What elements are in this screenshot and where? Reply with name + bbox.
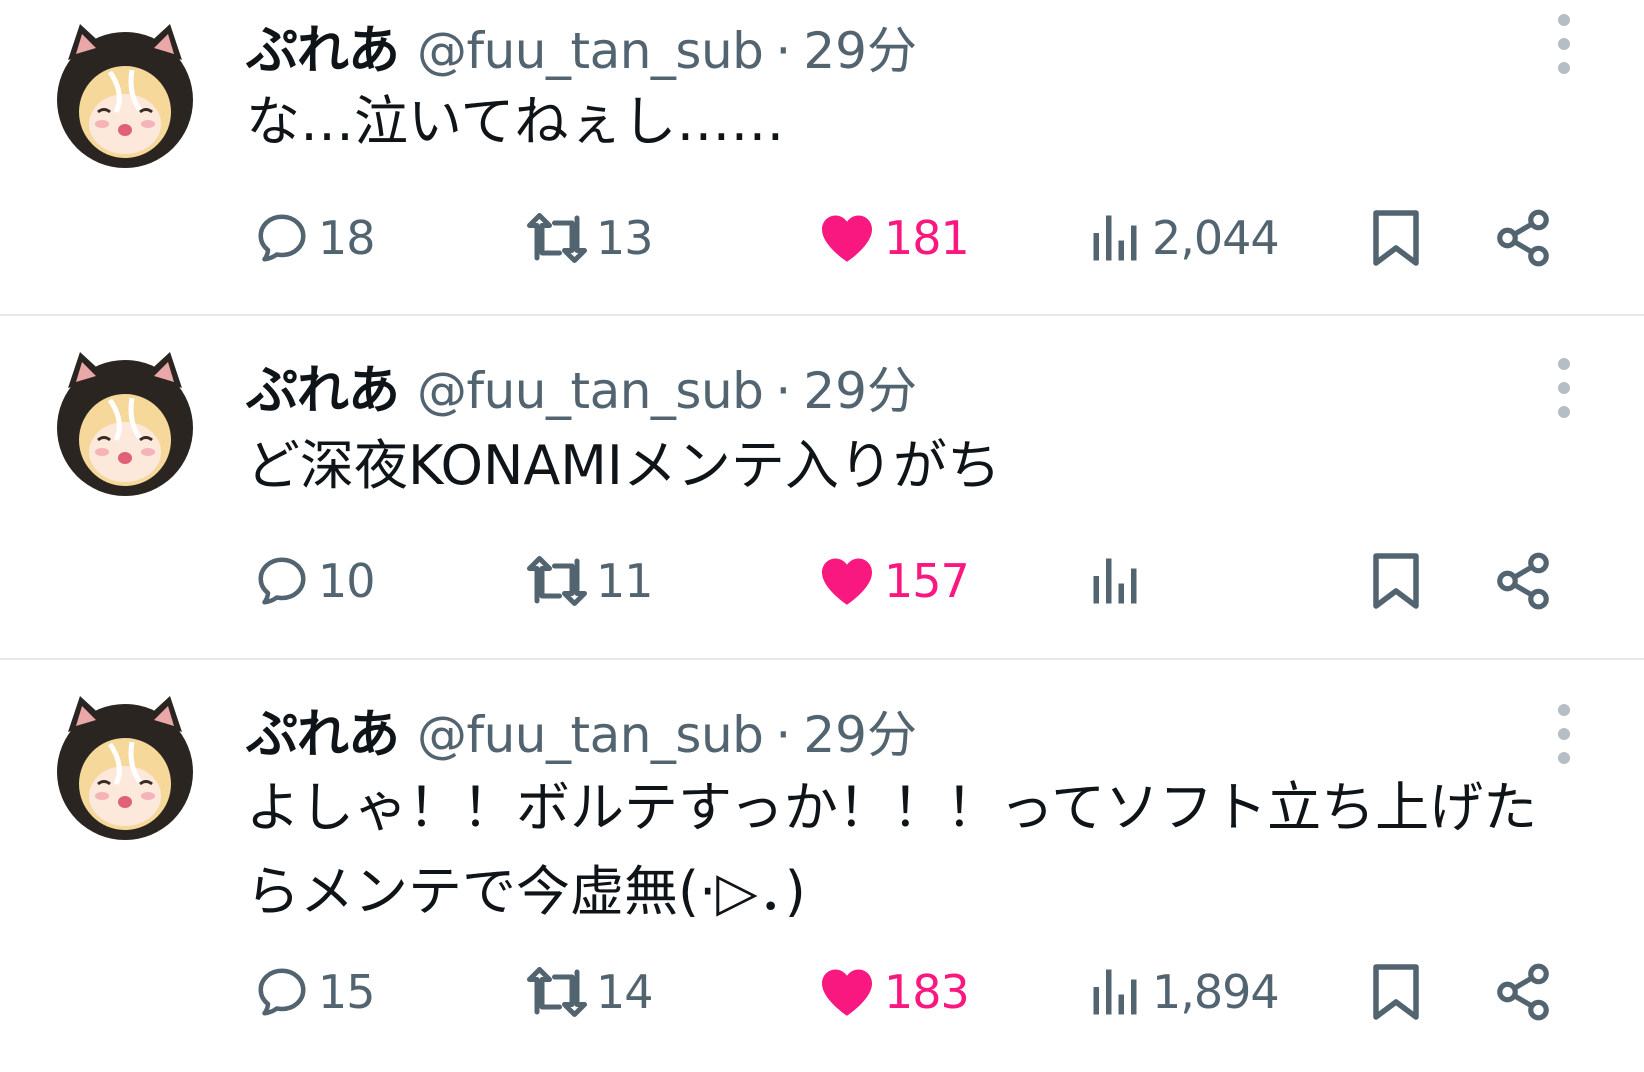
display-name[interactable]: ぷれあ [246,8,400,83]
reply-button[interactable]: 15 [252,957,376,1027]
more-vertical-icon[interactable] [1552,358,1576,418]
timestamp[interactable]: 29分 [803,351,917,423]
retweet-count: 13 [596,211,654,265]
more-vertical-icon[interactable] [1552,704,1576,764]
views-button[interactable]: 1,894 [1086,957,1280,1027]
heart-filled-icon [822,969,872,1016]
tweet[interactable]: ぷれあ @fuu_tan_sub · 29分 よしゃ！！ボルテすっか！！！ってソ… [0,660,1644,1072]
like-count: 157 [884,554,970,608]
retweet-icon [527,967,587,1017]
retweet-count: 11 [596,554,654,608]
tweet-header: ぷれあ @fuu_tan_sub · 29分 [246,692,917,765]
heart-filled-icon [822,558,872,605]
avatar-image [57,24,193,168]
avatar-image [57,696,193,840]
reply-count: 15 [318,965,376,1019]
like-button[interactable]: 157 [816,546,970,616]
views-icon [1093,558,1137,604]
avatar-image [57,352,193,496]
tweet-header: ぷれあ @fuu_tan_sub · 29分 [246,348,917,421]
separator-dot: · [775,706,792,764]
avatar[interactable] [50,692,200,842]
retweet-icon [527,556,587,606]
tweet[interactable]: ぷれあ @fuu_tan_sub · 29分 な…泣いてねぇし…… 18 13 … [0,0,1644,314]
bookmark-button[interactable] [1366,203,1426,273]
avatar[interactable] [50,20,200,170]
bookmark-icon [1373,553,1419,609]
reply-icon [258,214,306,262]
bookmark-icon [1373,210,1419,266]
share-button[interactable] [1492,957,1554,1027]
like-button[interactable]: 183 [816,957,970,1027]
display-name[interactable]: ぷれあ [246,348,400,423]
user-handle[interactable]: @fuu_tan_sub [417,362,764,420]
reply-button[interactable]: 18 [252,203,376,273]
retweet-button[interactable]: 11 [524,546,654,616]
tweet-header: ぷれあ @fuu_tan_sub · 29分 [246,8,917,81]
views-button[interactable]: 2,044 [1086,203,1280,273]
views-count: 2,044 [1152,211,1280,265]
share-icon [1497,209,1549,267]
tweet-text: よしゃ！！ボルテすっか！！！ってソフト立ち上げたらメンテで今虚無(·▷．) [246,776,1538,923]
separator-dot: · [775,22,792,80]
tweet-actions: 10 11 157 [246,546,1566,616]
bookmark-icon [1373,964,1419,1020]
share-button[interactable] [1492,203,1554,273]
timestamp[interactable]: 29分 [803,11,917,83]
tweet[interactable]: ぷれあ @fuu_tan_sub · 29分 ど深夜KONAMIメンテ入りがち … [0,316,1644,658]
views-icon [1093,215,1137,261]
reply-icon [258,557,306,605]
reply-button[interactable]: 10 [252,546,376,616]
share-button[interactable] [1492,546,1554,616]
share-icon [1497,963,1549,1021]
retweet-button[interactable]: 13 [524,203,654,273]
share-icon [1497,552,1549,610]
tweet-text: な…泣いてねぇし…… [246,90,785,153]
like-count: 181 [884,211,970,265]
views-button[interactable] [1086,546,1152,616]
bookmark-button[interactable] [1366,957,1426,1027]
user-handle[interactable]: @fuu_tan_sub [417,22,764,80]
reply-count: 18 [318,211,376,265]
reply-icon [258,968,306,1016]
retweet-button[interactable]: 14 [524,957,654,1027]
user-handle[interactable]: @fuu_tan_sub [417,706,764,764]
timestamp[interactable]: 29分 [803,695,917,767]
like-count: 183 [884,965,970,1019]
retweet-icon [527,213,587,263]
tweet-feed: ぷれあ @fuu_tan_sub · 29分 な…泣いてねぇし…… 18 13 … [0,0,1644,1072]
views-count: 1,894 [1152,965,1280,1019]
separator-dot: · [775,362,792,420]
tweet-text: ど深夜KONAMIメンテ入りがち [246,434,1001,497]
tweet-actions: 15 14 183 1,894 [246,957,1566,1027]
bookmark-button[interactable] [1366,546,1426,616]
display-name[interactable]: ぷれあ [246,692,400,767]
like-button[interactable]: 181 [816,203,970,273]
views-icon [1093,969,1137,1015]
avatar[interactable] [50,348,200,498]
tweet-actions: 18 13 181 2,044 [246,203,1566,273]
reply-count: 10 [318,554,376,608]
retweet-count: 14 [596,965,654,1019]
more-vertical-icon[interactable] [1552,14,1576,74]
heart-filled-icon [822,215,872,262]
